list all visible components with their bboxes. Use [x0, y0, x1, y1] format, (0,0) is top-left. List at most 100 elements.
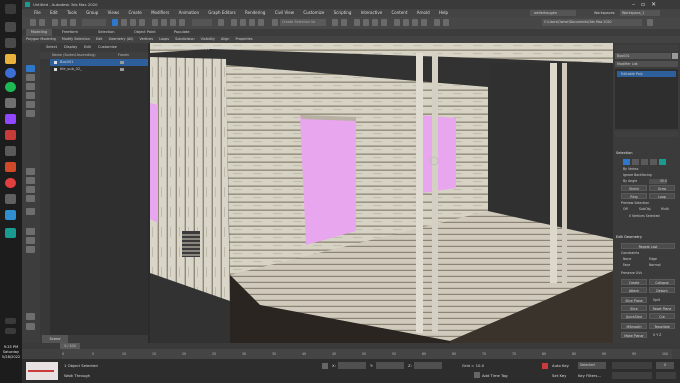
menu-customize[interactable]: Customize: [303, 9, 324, 17]
ribbon-align[interactable]: Align: [221, 37, 230, 41]
display-shapes-icon[interactable]: [26, 74, 35, 81]
freeze-icon[interactable]: [120, 61, 124, 64]
material-editor-icon[interactable]: [394, 19, 400, 26]
quickslice-button[interactable]: QuickSlice: [621, 313, 647, 319]
display-containers-icon[interactable]: [26, 195, 35, 202]
display-geometry-icon[interactable]: [26, 65, 35, 72]
collapse-button[interactable]: Collapse: [649, 279, 675, 285]
scene-explorer-dropdown[interactable]: Scene Explorer: [42, 335, 68, 349]
tab-selection[interactable]: Selection: [98, 29, 115, 36]
ribbon-toggle-icon[interactable]: [363, 19, 369, 26]
playback-controls[interactable]: [612, 362, 652, 369]
current-frame-field[interactable]: 0: [656, 362, 674, 369]
link-icon[interactable]: [52, 19, 58, 26]
place-icon[interactable]: [179, 19, 185, 26]
sync-icon[interactable]: [26, 313, 35, 320]
list-item[interactable]: Box001: [50, 59, 148, 66]
column-frozen[interactable]: Frozen: [118, 52, 129, 59]
app-circle-icon[interactable]: [5, 178, 16, 188]
chrome-icon[interactable]: [5, 68, 16, 78]
system-clock[interactable]: 9:25 PM Saturday 5/28/2022: [0, 345, 22, 360]
snaps-toggle-icon[interactable]: [231, 19, 237, 26]
selection-set-input[interactable]: Create Selection Se: [280, 19, 326, 26]
make-planar-button[interactable]: Make Planar: [621, 332, 647, 338]
create-button[interactable]: Create: [621, 279, 647, 285]
auto-key-icon[interactable]: [542, 363, 548, 369]
explorer-menu-display[interactable]: Display: [64, 43, 77, 52]
ribbon-polygon-modeling[interactable]: Polygon Modeling: [26, 37, 56, 41]
ribbon-visibility[interactable]: Visibility: [201, 37, 215, 41]
tab-modeling[interactable]: Modeling: [26, 29, 52, 36]
split-checkbox[interactable]: Split: [653, 298, 660, 302]
window-controls[interactable]: –▫✕: [632, 1, 676, 8]
ribbon-loops[interactable]: Loops: [159, 37, 169, 41]
undo-icon[interactable]: [30, 19, 36, 26]
explorer-menu-customize[interactable]: Customize: [98, 43, 117, 52]
align-icon[interactable]: [341, 19, 347, 26]
display-helpers-icon[interactable]: [26, 101, 35, 108]
twitch-icon[interactable]: [5, 114, 16, 124]
percent-snap-icon[interactable]: [249, 19, 255, 26]
display-lights-icon[interactable]: [26, 83, 35, 90]
search-icon[interactable]: [5, 22, 16, 32]
z-coordinate-field[interactable]: [414, 362, 442, 369]
menu-interactive[interactable]: Interactive: [361, 9, 383, 17]
app-icon[interactable]: [5, 146, 16, 156]
scale-icon[interactable]: [170, 19, 176, 26]
menu-create[interactable]: Create: [128, 9, 141, 17]
bind-space-warp-icon[interactable]: [70, 19, 76, 26]
freeze-icon[interactable]: [120, 68, 124, 71]
menu-modifiers[interactable]: Modifiers: [151, 9, 169, 17]
ring-button[interactable]: Ring: [621, 193, 647, 199]
edge-mode-icon[interactable]: [632, 159, 639, 165]
add-time-tag[interactable]: Add Time Tag: [482, 373, 507, 378]
menu-help[interactable]: Help: [439, 9, 448, 17]
menu-scripting[interactable]: Scripting: [334, 9, 352, 17]
attach-button[interactable]: Attach: [621, 287, 647, 293]
tab-object-paint[interactable]: Object Paint: [134, 29, 156, 36]
ribbon-modify-selection[interactable]: Modify Selection: [62, 37, 90, 41]
window-crossing-icon[interactable]: [139, 19, 145, 26]
constraint-none-radio[interactable]: None: [623, 257, 631, 261]
angle-snap-icon[interactable]: [240, 19, 246, 26]
arnold-icon[interactable]: [434, 19, 440, 26]
file-explorer-icon[interactable]: [5, 54, 16, 64]
ribbon-vertices[interactable]: Vertices: [140, 37, 154, 41]
stack-item-editable-poly[interactable]: Editable Poly: [617, 71, 676, 77]
perspective-viewport[interactable]: [+] [Perspective] [Standard] [Default Sh…: [150, 43, 613, 343]
object-color-swatch[interactable]: [672, 53, 678, 59]
angle-spinner[interactable]: 45.0: [649, 179, 667, 184]
constraint-normal-radio[interactable]: Normal: [649, 263, 661, 267]
render-setup-icon[interactable]: [403, 19, 409, 26]
rendered-frame-icon[interactable]: [412, 19, 418, 26]
time-tag-icon[interactable]: [474, 372, 480, 378]
modifier-list-dropdown[interactable]: Modifier List: [615, 61, 678, 67]
shrink-button[interactable]: Shrink: [621, 185, 647, 191]
time-configuration[interactable]: [612, 372, 652, 379]
maxscript-listener[interactable]: [26, 362, 58, 380]
a360-icon[interactable]: [443, 19, 449, 26]
curve-editor-icon[interactable]: [372, 19, 378, 26]
redo-icon[interactable]: [39, 19, 45, 26]
menu-arnold[interactable]: Arnold: [417, 9, 430, 17]
track-bar[interactable]: 0 5 10 15 20 25 30 35 40 45 50 55 60 65 70 75 80 85 90 95 10…: [62, 349, 672, 359]
preserve-uvs-checkbox[interactable]: Preserve UVs: [621, 271, 642, 275]
task-view-icon[interactable]: [5, 38, 16, 48]
menu-content[interactable]: Content: [392, 9, 408, 17]
key-filters-button[interactable]: Key Filters...: [578, 373, 601, 378]
lock-selection-icon[interactable]: [322, 363, 328, 369]
preview-subobj-radio[interactable]: SubObj: [639, 207, 651, 211]
select-none-icon[interactable]: [26, 237, 35, 244]
display-cameras-icon[interactable]: [26, 92, 35, 99]
slice-plane-button[interactable]: Slice Plane: [621, 297, 647, 303]
app-orange-icon[interactable]: [5, 162, 16, 172]
selection-filter-dropdown[interactable]: [82, 19, 106, 26]
app-blue-icon[interactable]: [5, 210, 16, 220]
selection-rollout-title[interactable]: Selection: [616, 151, 676, 155]
ribbon-subdivision[interactable]: Subdivision: [175, 37, 194, 41]
select-all-icon[interactable]: [26, 228, 35, 235]
mirror-icon[interactable]: [332, 19, 338, 26]
auto-key-button[interactable]: Auto Key: [552, 363, 569, 368]
tab-populate[interactable]: Populate: [174, 29, 190, 36]
eye-icon[interactable]: [54, 61, 57, 64]
